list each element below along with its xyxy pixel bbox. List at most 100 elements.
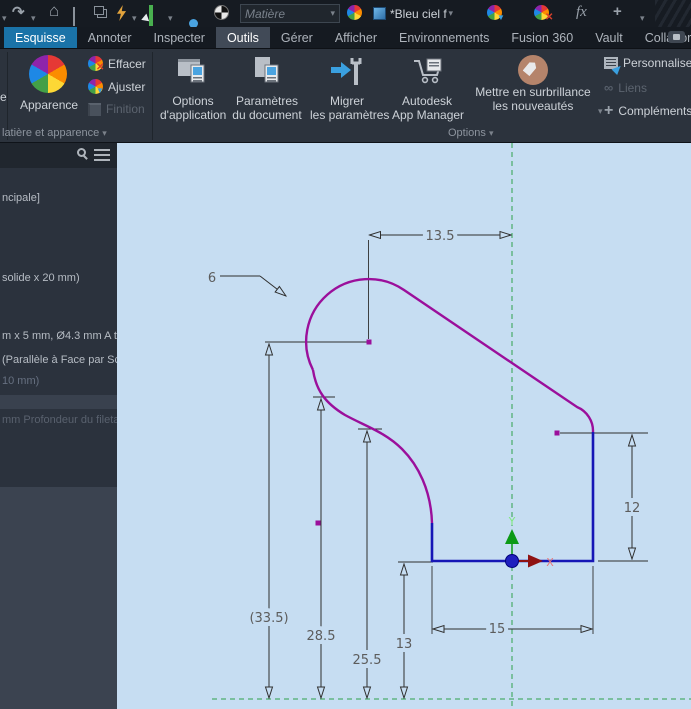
material-combobox-value: Matière bbox=[245, 6, 286, 21]
sketch-point-left bbox=[315, 520, 321, 526]
liens-button[interactable]: ∞ Liens bbox=[604, 80, 647, 95]
dimension-top-width[interactable]: 13.5 bbox=[370, 225, 512, 248]
sketch-point-right bbox=[554, 430, 560, 436]
effacer-button[interactable]: ✕ Effacer bbox=[88, 56, 146, 73]
origin-indicator[interactable]: Y X bbox=[505, 515, 554, 569]
svg-text:25.5: 25.5 bbox=[353, 653, 382, 668]
x-axis-label: X bbox=[546, 556, 554, 569]
complements-button[interactable]: + Compléments bbox=[604, 103, 691, 119]
browser-node[interactable]: m x 5 mm, Ø4.3 mm A t bbox=[2, 330, 117, 342]
options-application-button[interactable]: Options d'application bbox=[160, 55, 226, 122]
dimension-height-c[interactable]: 13 bbox=[392, 564, 416, 698]
tab-esquisse[interactable]: Esquisse bbox=[4, 27, 77, 48]
chevron-down-icon[interactable]: ▾ bbox=[640, 8, 645, 28]
tab-outils[interactable]: Outils bbox=[215, 27, 270, 48]
browser-node[interactable]: ncipale] bbox=[2, 192, 40, 204]
apparence-button[interactable]: Apparence bbox=[20, 55, 79, 112]
redo-icon[interactable]: ↷ bbox=[12, 3, 25, 23]
chevron-down-icon: ▾ bbox=[448, 8, 453, 18]
browser-node[interactable]: 10 mm) bbox=[2, 375, 39, 387]
svg-text:12: 12 bbox=[624, 501, 641, 516]
tab-annoter[interactable]: Annoter bbox=[77, 27, 143, 48]
appearance-swatch-icon bbox=[373, 7, 386, 20]
sketch-canvas[interactable]: 13.5 6 (33.5) 28.5 25.5 13 15 12 Y X bbox=[117, 143, 691, 709]
document-settings-icon bbox=[255, 57, 279, 83]
dimension-height-a[interactable]: 28.5 bbox=[303, 399, 339, 698]
menu-icon[interactable] bbox=[94, 149, 110, 161]
dimension-radius[interactable]: 6 bbox=[208, 271, 286, 296]
material-ball-icon[interactable] bbox=[214, 5, 229, 20]
svg-text:13: 13 bbox=[396, 637, 413, 652]
shopping-cart-icon bbox=[414, 58, 442, 84]
customize-icon bbox=[604, 57, 624, 76]
svg-text:28.5: 28.5 bbox=[307, 629, 336, 644]
link-icon: ∞ bbox=[604, 80, 614, 95]
chevron-down-icon[interactable]: ▾ bbox=[2, 8, 7, 28]
tab-vault[interactable]: Vault bbox=[584, 27, 634, 48]
sketch-curve-outer bbox=[304, 277, 595, 433]
share-icon[interactable] bbox=[668, 31, 685, 43]
document-settings-button[interactable]: Paramètres du document bbox=[232, 55, 302, 122]
separator bbox=[152, 52, 153, 140]
browser-header bbox=[0, 143, 117, 168]
sketch-svg: 13.5 6 (33.5) 28.5 25.5 13 15 12 Y X bbox=[208, 143, 691, 709]
application-options-icon bbox=[178, 59, 205, 83]
y-axis-arrow-icon bbox=[505, 529, 519, 544]
personnaliser-button[interactable]: Personnaliser bbox=[604, 56, 691, 76]
tab-fusion-360[interactable]: Fusion 360 bbox=[500, 27, 584, 48]
browser-node[interactable]: solide x 20 mm) bbox=[2, 272, 80, 284]
copy-icon[interactable] bbox=[94, 6, 104, 15]
material-panel-label[interactable]: latière et apparence ▾ bbox=[2, 127, 107, 139]
apparence-label: Apparence bbox=[20, 98, 79, 112]
material-combobox[interactable]: Matière ▾ bbox=[240, 4, 340, 23]
finition-label: Finition bbox=[106, 102, 145, 116]
origin-point bbox=[505, 554, 519, 568]
sketch-profile[interactable] bbox=[304, 277, 595, 563]
tab-environnements[interactable]: Environnements bbox=[388, 27, 500, 48]
x-axis-arrow-icon bbox=[528, 554, 543, 568]
chevron-down-icon[interactable]: ▾ bbox=[168, 8, 173, 28]
ribbon-tab-bar: Esquisse Annoter Inspecter Outils Gérer … bbox=[0, 27, 691, 49]
browser-node[interactable]: (Parallèle à Face par Sc bbox=[2, 354, 120, 366]
effacer-label: Effacer bbox=[108, 56, 146, 71]
liens-label: Liens bbox=[618, 80, 647, 95]
clipped-button-label: e bbox=[0, 90, 7, 104]
fx-parameters-icon[interactable]: fx bbox=[576, 2, 587, 22]
complements-label: Compléments bbox=[618, 104, 691, 118]
search-icon[interactable] bbox=[77, 148, 88, 160]
appearance-combobox[interactable]: *Bleu ciel f ▾ bbox=[369, 4, 457, 23]
appearance-combobox-value: *Bleu ciel f bbox=[390, 6, 447, 21]
x-badge-icon: ✕ bbox=[96, 62, 105, 73]
svg-text:6: 6 bbox=[208, 271, 216, 286]
personnaliser-label: Personnaliser bbox=[623, 56, 691, 70]
chevron-down-icon: ▾ bbox=[488, 128, 494, 138]
browser-row-highlight bbox=[0, 395, 117, 409]
highlight-new-button[interactable]: Mettre en surbrillance les nouveautés bbox=[466, 55, 600, 113]
ajuster-button[interactable]: ▼ Ajuster bbox=[88, 79, 145, 95]
local-update-icon[interactable] bbox=[116, 5, 127, 21]
app-manager-button[interactable]: Autodesk App Manager bbox=[392, 55, 464, 122]
select-tool-icon[interactable] bbox=[141, 5, 153, 26]
dimension-total-height[interactable]: (33.5) bbox=[245, 344, 293, 698]
chevron-down-icon[interactable]: ▾ bbox=[132, 8, 137, 28]
model-browser-panel: ncipale] solide x 20 mm) m x 5 mm, Ø4.3 … bbox=[0, 143, 120, 709]
home-icon[interactable]: ⌂ bbox=[49, 1, 59, 21]
options-panel-label[interactable]: Options ▾ bbox=[448, 127, 494, 139]
browser-node[interactable]: mm Profondeur du fileta bbox=[2, 414, 119, 426]
finition-button[interactable]: Finition bbox=[88, 102, 145, 116]
drawing-view-icon[interactable] bbox=[73, 7, 75, 26]
tab-inspecter[interactable]: Inspecter bbox=[143, 27, 216, 48]
color-wheel-icon[interactable] bbox=[347, 5, 362, 20]
svg-text:(33.5): (33.5) bbox=[249, 611, 288, 626]
finish-cube-icon bbox=[88, 102, 101, 116]
chevron-down-icon[interactable]: ▾ bbox=[598, 106, 603, 117]
tab-gerer[interactable]: Gérer bbox=[270, 27, 324, 48]
migrate-settings-button[interactable]: Migrer les paramètres bbox=[310, 55, 389, 122]
plus-icon[interactable]: + bbox=[613, 2, 622, 22]
browser-empty-area bbox=[0, 487, 117, 709]
tab-afficher[interactable]: Afficher bbox=[324, 27, 388, 48]
chevron-down-icon[interactable]: ▾ bbox=[31, 8, 36, 28]
svg-text:13.5: 13.5 bbox=[426, 229, 455, 244]
dimension-right-height[interactable]: 12 bbox=[620, 435, 644, 559]
dimension-height-b[interactable]: 25.5 bbox=[349, 431, 385, 698]
